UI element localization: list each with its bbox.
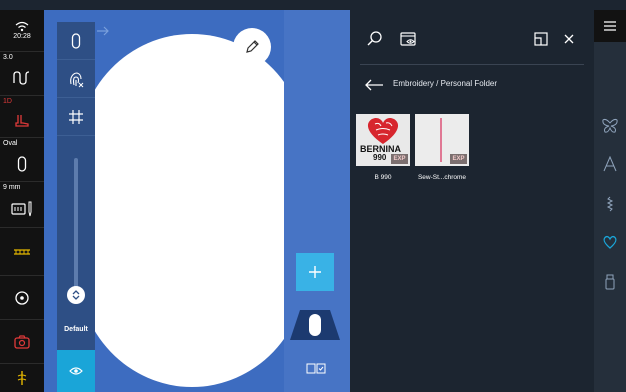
file-browser: Embroidery / Personal Folder BERNINA 990… [350,10,594,392]
hoop-value: Oval [3,140,18,147]
thumb-model-text: 990 [373,153,387,162]
stitch-length-cell[interactable]: 3.0 [0,52,44,96]
exp-badge: EXP [450,154,467,164]
divider [360,64,584,65]
stitch-length-value: 3.0 [3,54,13,61]
needle-icon [11,201,32,216]
preview-toggle-button[interactable] [57,350,95,392]
exp-badge: EXP [391,154,408,164]
feed-dog-icon [14,248,30,255]
usb-icon[interactable] [602,274,618,290]
butterfly-icon[interactable] [602,118,618,134]
plus-icon [309,266,321,278]
back-arrow-icon[interactable] [364,78,384,92]
hoop-thumbnail[interactable] [290,310,340,340]
file-item[interactable]: BERNINA 990 EXP B 990 [356,114,410,181]
search-icon[interactable] [366,30,384,48]
file-thumbnail: BERNINA 990 EXP [356,114,410,166]
bobbin-cell[interactable] [0,276,44,320]
needle-value: 9 mm [3,184,21,191]
file-thumbnail: EXP [415,114,469,166]
zoom-default-label[interactable]: Default [57,326,95,333]
tool-panel: Default [57,22,95,392]
touch-disable-button[interactable] [57,60,95,98]
presser-foot-value: 1D [3,98,12,105]
stitch-pattern-icon[interactable] [602,196,618,212]
breadcrumb: Embroidery / Personal Folder [393,79,498,88]
presser-foot-cell[interactable]: 1D [0,96,44,138]
add-design-button[interactable] [296,253,334,291]
wifi-time-cell: 20:28 [0,10,44,52]
menu-button[interactable] [594,10,626,42]
browser-toolbar [350,10,594,65]
file-item[interactable]: EXP Sew-St...chrome [415,114,469,181]
preview-icon[interactable] [400,30,418,48]
heart-icon[interactable] [602,234,618,250]
grid-icon [69,109,83,124]
zoom-slider-handle[interactable] [67,286,85,304]
hoop-cell[interactable]: Oval [0,138,44,182]
window-icon[interactable] [532,30,550,48]
camera-icon [14,334,30,349]
pencil-icon [246,40,259,53]
eye-icon [69,367,83,375]
hoop-select-button[interactable] [57,22,95,60]
hoop-icon [71,32,81,49]
camera-cell[interactable] [0,320,44,364]
presser-foot-icon [15,114,29,127]
menu-icon [604,21,616,31]
needle-cell[interactable]: 9 mm [0,182,44,228]
hoop-icon [17,155,27,172]
edit-button[interactable] [233,28,271,66]
close-icon[interactable] [560,30,578,48]
grid-button[interactable] [57,98,95,136]
bobbin-icon [15,290,29,305]
chevron-up-down-icon [72,290,80,300]
alphabet-icon[interactable] [602,156,618,172]
file-name: Sew-St...chrome [417,174,467,181]
time-text: 20:28 [13,33,31,40]
thread-cell[interactable] [0,364,44,392]
hoop-area[interactable] [77,34,307,387]
layout-toggle-icon[interactable] [306,362,326,376]
stitch-icon [13,70,30,85]
right-nav [594,10,626,392]
fingerprint-icon [70,71,84,87]
arrow-hint-icon [97,26,109,36]
wifi-icon [15,21,29,32]
status-strip: 20:28 3.0 1D Oval 9 mm [0,10,44,392]
feed-dog-cell[interactable] [0,228,44,276]
thread-icon [17,371,27,385]
zoom-slider-track[interactable] [74,158,78,288]
